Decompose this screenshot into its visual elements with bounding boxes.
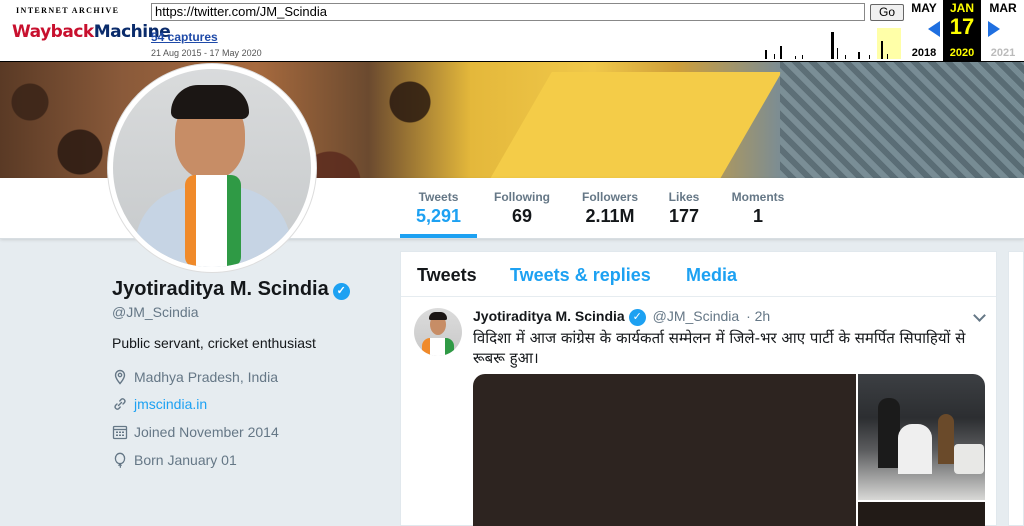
prev-arrow-icon[interactable] <box>928 21 940 37</box>
tweet-media[interactable] <box>473 374 985 526</box>
tab-tweets-replies[interactable]: Tweets & replies <box>510 265 651 286</box>
wayback-current-month: JAN <box>949 1 974 15</box>
wayback-next-month: MAR <box>989 1 1017 15</box>
link-icon <box>114 398 126 410</box>
website-link[interactable]: jmscindia.in <box>134 396 207 412</box>
profile-avatar[interactable] <box>108 64 316 272</box>
header-board-shape <box>488 72 782 178</box>
wayback-prev-month: MAY <box>911 1 937 15</box>
wayback-next-year: 2021 <box>990 47 1016 59</box>
wayback-current-day: 17 <box>949 14 975 39</box>
profile-location: Madhya Pradesh, India <box>112 369 278 385</box>
tweet-media-image-2[interactable] <box>858 374 985 500</box>
tweet-media-image-1[interactable] <box>473 374 856 526</box>
stat-following[interactable]: Following 69 <box>485 190 559 227</box>
wayback-current-year: 2020 <box>949 47 975 59</box>
location-icon <box>114 369 126 385</box>
profile-website: jmscindia.in <box>112 396 207 412</box>
timeline: Tweets Tweets & replies Media Jyotiradit… <box>400 251 997 526</box>
stat-moments[interactable]: Moments 1 <box>722 190 794 227</box>
wayback-captures-link[interactable]: 54 captures <box>151 30 218 44</box>
profile-joined: Joined November 2014 <box>112 424 279 440</box>
tab-tweets[interactable]: Tweets <box>417 265 477 286</box>
tweet[interactable]: Jyotiraditya M. Scindia ✓ @JM_Scindia · 2… <box>401 298 996 526</box>
wayback-go-button[interactable]: Go <box>870 4 904 21</box>
profile-handle[interactable]: @JM_Scindia <box>112 304 199 320</box>
tweet-timestamp[interactable]: · 2h <box>746 308 770 324</box>
verified-badge-icon: ✓ <box>628 309 646 326</box>
stat-followers[interactable]: Followers 2.11M <box>572 190 648 227</box>
wayback-logo-top: INTERNET ARCHIVE <box>16 6 120 15</box>
timeline-tabs: Tweets Tweets & replies Media <box>401 252 996 297</box>
tweet-avatar[interactable] <box>414 308 462 356</box>
tweet-author-name[interactable]: Jyotiraditya M. Scindia <box>473 308 625 324</box>
wayback-logo[interactable]: INTERNET ARCHIVE WaybackMachine <box>12 6 171 50</box>
wayback-prev-capture[interactable]: MAY 2018 <box>905 0 943 62</box>
active-stat-underline <box>400 234 477 238</box>
stat-tweets[interactable]: Tweets 5,291 <box>400 190 477 227</box>
avatar-photo <box>113 69 311 267</box>
verified-badge-icon: ✓ <box>332 283 350 300</box>
wayback-capture-sparkline[interactable] <box>340 28 910 59</box>
wayback-current-capture: JAN 17 2020 <box>943 0 981 62</box>
calendar-icon <box>112 425 128 440</box>
wayback-toolbar: INTERNET ARCHIVE WaybackMachine https://… <box>0 0 1024 62</box>
profile-name[interactable]: Jyotiraditya M. Scindia ✓ <box>112 278 350 301</box>
tweet-media-image-3[interactable] <box>858 502 985 526</box>
wayback-date-range: 21 Aug 2015 - 17 May 2020 <box>151 48 262 58</box>
tweet-author-handle[interactable]: @JM_Scindia <box>653 308 740 324</box>
wayback-calendar-nav: MAY 2018 JAN 17 2020 MAR 2021 <box>905 0 1024 62</box>
wayback-url-input[interactable]: https://twitter.com/JM_Scindia <box>151 3 865 21</box>
wayback-logo-main: WaybackMachine <box>12 17 171 47</box>
next-arrow-icon[interactable] <box>988 21 1000 37</box>
profile-bio: Public servant, cricket enthusiast <box>112 335 316 351</box>
chevron-down-icon[interactable] <box>973 309 986 322</box>
header-stripes-shape <box>780 62 1024 178</box>
profile-born: Born January 01 <box>112 452 237 468</box>
tab-media[interactable]: Media <box>686 265 737 286</box>
right-sidebar-card <box>1008 251 1024 526</box>
wayback-prev-year: 2018 <box>911 47 937 59</box>
balloon-icon <box>114 452 126 468</box>
stat-likes[interactable]: Likes 177 <box>660 190 708 227</box>
tweet-header: Jyotiraditya M. Scindia ✓ @JM_Scindia · 2… <box>473 308 770 326</box>
wayback-next-capture[interactable]: MAR 2021 <box>984 0 1022 62</box>
tweet-text: विदिशा में आज कांग्रेस के कार्यकर्ता सम्… <box>473 329 966 367</box>
